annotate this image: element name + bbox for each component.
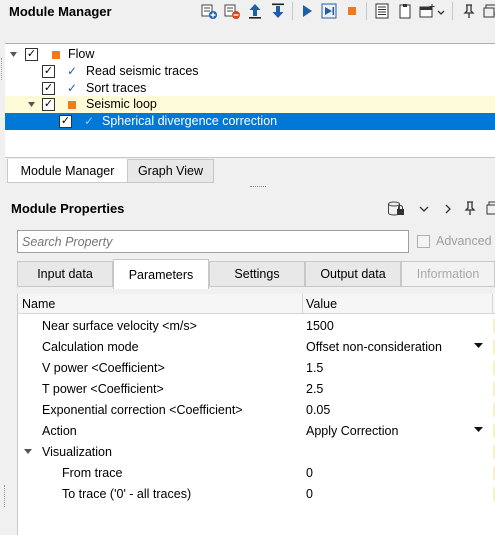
property-value[interactable]: 1500 bbox=[306, 319, 334, 333]
restore-icon[interactable] bbox=[485, 200, 495, 216]
tree-checkbox[interactable]: ✓ bbox=[42, 82, 55, 95]
property-row[interactable]: To trace ('0' - all traces) 0 bbox=[18, 484, 495, 505]
search-property-input[interactable] bbox=[17, 230, 409, 253]
property-row[interactable]: Action Apply Correction bbox=[18, 421, 495, 442]
tree-item-read-seismic-traces[interactable]: ✓ ✓ Read seismic traces bbox=[5, 63, 495, 80]
property-group-visualization[interactable]: Visualization bbox=[18, 442, 495, 463]
tree-item-seismic-loop[interactable]: ✓ Seismic loop bbox=[5, 96, 495, 113]
tab-graph-view[interactable]: Graph View bbox=[128, 159, 214, 183]
tree-checkbox[interactable]: ✓ bbox=[42, 98, 55, 111]
module-properties-title: Module Properties bbox=[11, 201, 125, 216]
advanced-checkbox[interactable] bbox=[417, 235, 430, 248]
property-name: T power <Coefficient> bbox=[42, 382, 164, 396]
tree-checkbox[interactable]: ✓ bbox=[25, 48, 38, 61]
column-divider bbox=[492, 294, 493, 314]
tab-parameters[interactable]: Parameters bbox=[113, 259, 209, 289]
tree-item-label: Seismic loop bbox=[86, 97, 157, 111]
tree-checkbox[interactable]: ✓ bbox=[42, 65, 55, 78]
property-value[interactable]: Apply Correction bbox=[306, 424, 398, 438]
property-row[interactable]: Calculation mode Offset non-consideratio… bbox=[18, 337, 495, 358]
database-lock-icon[interactable] bbox=[387, 200, 405, 218]
chevron-right-icon[interactable] bbox=[440, 201, 456, 217]
dropdown-arrow-icon[interactable] bbox=[474, 343, 483, 350]
restore-icon[interactable] bbox=[482, 3, 495, 19]
property-name: Exponential correction <Coefficient> bbox=[42, 403, 243, 417]
chevron-down-icon[interactable] bbox=[436, 5, 446, 21]
pin-icon[interactable] bbox=[462, 200, 478, 216]
tree-checkbox[interactable]: ✓ bbox=[59, 115, 72, 128]
tab-input-data[interactable]: Input data bbox=[17, 261, 113, 287]
tab-module-manager[interactable]: Module Manager bbox=[7, 159, 128, 183]
property-name: Calculation mode bbox=[42, 340, 139, 354]
property-name: From trace bbox=[62, 466, 123, 480]
orange-square-icon bbox=[52, 51, 60, 59]
property-value[interactable]: 0 bbox=[306, 487, 313, 501]
tree-item-sort-traces[interactable]: ✓ ✓ Sort traces bbox=[5, 80, 495, 97]
module-manager-title: Module Manager bbox=[9, 4, 112, 19]
layout-icon[interactable] bbox=[419, 3, 435, 19]
property-row[interactable]: Near surface velocity <m/s> 1500 bbox=[18, 316, 495, 337]
move-up-icon[interactable] bbox=[247, 3, 263, 19]
splitter-handle bbox=[4, 485, 6, 507]
property-grid: Name Value Near surface velocity <m/s> 1… bbox=[17, 294, 495, 535]
property-row[interactable]: T power <Coefficient> 2.5 bbox=[18, 379, 495, 400]
module-tree: ✓ Flow ✓ ✓ Read seismic traces ✓ ✓ Sort … bbox=[5, 43, 495, 157]
clipboard-icon[interactable] bbox=[397, 3, 413, 19]
tab-separator bbox=[5, 157, 495, 158]
tree-item-spherical-divergence-correction[interactable]: ✓ ✓ Spherical divergence correction bbox=[5, 113, 495, 130]
grid-header: Name Value bbox=[18, 294, 495, 314]
checkmark-icon: ✓ bbox=[84, 114, 95, 128]
tab-output-data[interactable]: Output data bbox=[305, 261, 401, 287]
property-name: Action bbox=[42, 424, 77, 438]
remove-module-icon[interactable] bbox=[224, 3, 240, 19]
tree-item-label: Read seismic traces bbox=[86, 64, 199, 78]
property-value[interactable]: 1.5 bbox=[306, 361, 323, 375]
checkmark-icon: ✓ bbox=[67, 81, 78, 95]
toolbar-separator bbox=[366, 2, 367, 20]
property-name: To trace ('0' - all traces) bbox=[62, 487, 192, 501]
property-value[interactable]: 0 bbox=[306, 466, 313, 480]
checkmark-icon: ✓ bbox=[67, 64, 78, 78]
log-icon[interactable] bbox=[374, 3, 390, 19]
toolbar-separator bbox=[452, 2, 453, 20]
move-down-icon[interactable] bbox=[270, 3, 286, 19]
orange-square-icon bbox=[68, 101, 76, 109]
property-name: V power <Coefficient> bbox=[42, 361, 165, 375]
tree-item-label: Flow bbox=[68, 47, 95, 61]
run-icon[interactable] bbox=[299, 3, 315, 19]
property-group-name: Visualization bbox=[42, 445, 112, 459]
stop-icon[interactable] bbox=[344, 3, 360, 19]
tree-item-flow[interactable]: ✓ Flow bbox=[5, 46, 495, 63]
toolbar-separator bbox=[292, 2, 293, 20]
property-value[interactable]: 2.5 bbox=[306, 382, 323, 396]
property-name: Near surface velocity <m/s> bbox=[42, 319, 197, 333]
property-row[interactable]: Exponential correction <Coefficient> 0.0… bbox=[18, 400, 495, 421]
pin-icon[interactable] bbox=[461, 3, 477, 19]
expand-arrow-icon[interactable] bbox=[27, 100, 36, 109]
splitter-handle bbox=[1, 58, 3, 80]
column-header-value[interactable]: Value bbox=[306, 297, 337, 311]
property-value[interactable]: 0.05 bbox=[306, 403, 330, 417]
column-divider[interactable] bbox=[302, 294, 303, 314]
property-value[interactable]: Offset non-consideration bbox=[306, 340, 442, 354]
chevron-down-icon[interactable] bbox=[416, 201, 432, 217]
collapse-arrow-icon[interactable] bbox=[24, 448, 33, 456]
column-header-name[interactable]: Name bbox=[22, 297, 55, 311]
tree-item-label: Spherical divergence correction bbox=[102, 114, 278, 128]
advanced-label: Advanced bbox=[436, 234, 492, 248]
tab-settings[interactable]: Settings bbox=[209, 261, 305, 287]
property-row[interactable]: From trace 0 bbox=[18, 463, 495, 484]
tree-item-label: Sort traces bbox=[86, 81, 147, 95]
expand-arrow-icon[interactable] bbox=[9, 50, 18, 59]
splitter-handle[interactable] bbox=[250, 186, 266, 188]
property-row[interactable]: V power <Coefficient> 1.5 bbox=[18, 358, 495, 379]
add-module-icon[interactable] bbox=[201, 3, 217, 19]
dropdown-arrow-icon[interactable] bbox=[474, 427, 483, 434]
tab-information[interactable]: Information bbox=[401, 261, 495, 287]
run-to-selected-icon[interactable] bbox=[321, 3, 337, 19]
